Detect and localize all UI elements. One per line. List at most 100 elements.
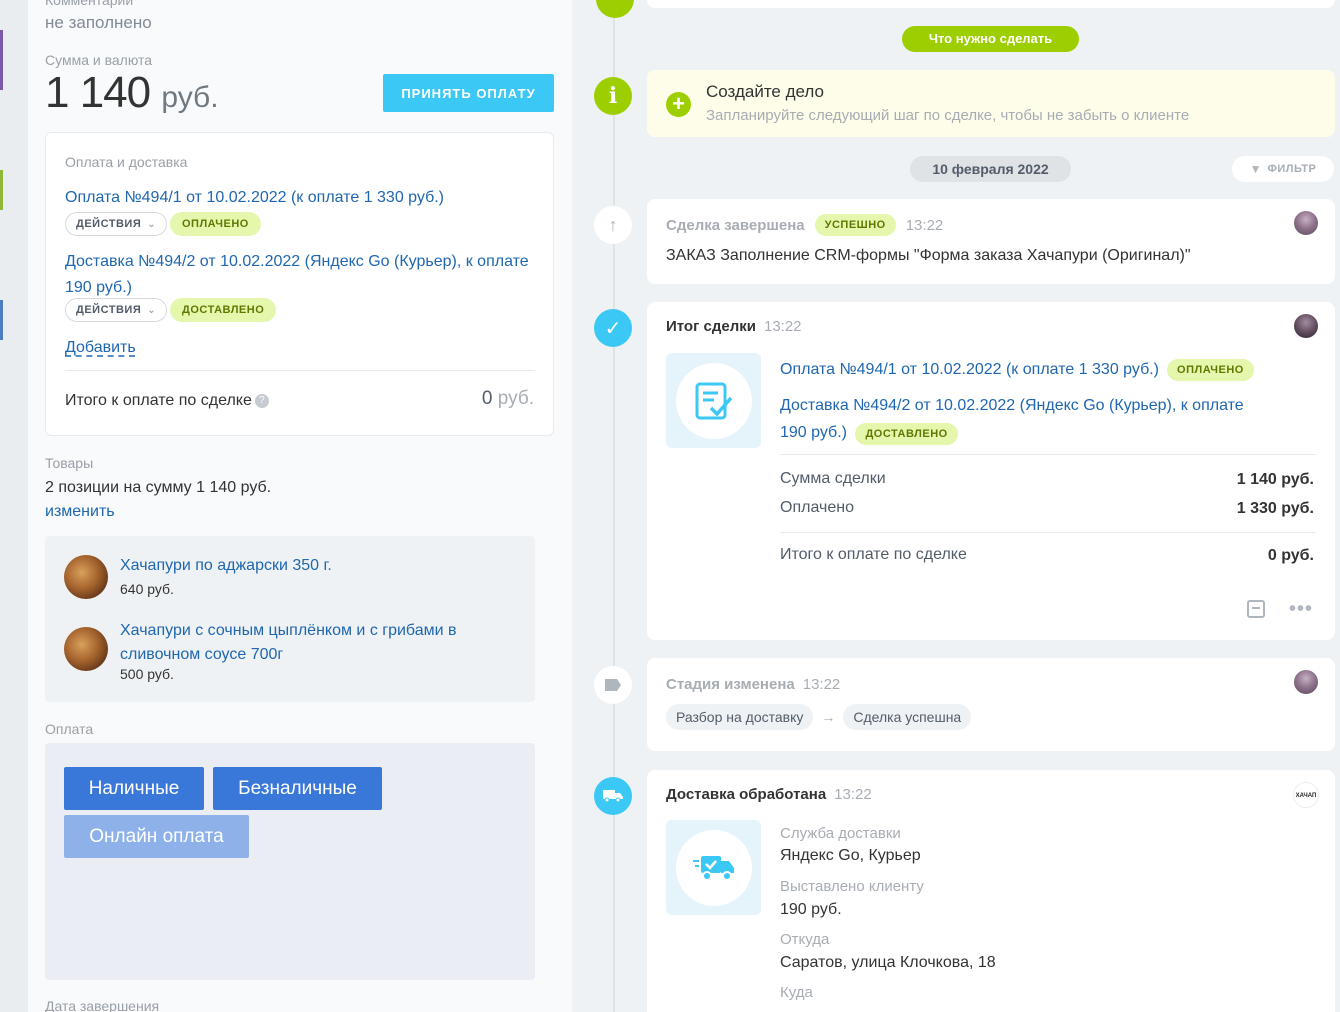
goods-label: Товары	[45, 455, 94, 471]
delivery-processed-header: Доставка обработана 13:22	[666, 786, 872, 803]
payment-delivery-title: Оплата и доставка	[65, 154, 188, 170]
service-value: Яндекс Go, Курьер	[780, 847, 921, 864]
truck-icon	[594, 777, 632, 815]
paid-label: Оплачено	[780, 499, 854, 516]
stage-changed-time: 13:22	[802, 676, 841, 693]
payment-link[interactable]: Оплата №494/1 от 10.02.2022 (к оплате 1 …	[65, 189, 444, 207]
result-delivery-link-line1[interactable]: Доставка №494/2 от 10.02.2022 (Яндекс Go…	[780, 397, 1244, 414]
plus-icon[interactable]: +	[666, 92, 691, 117]
deal-result-title: Итог сделки	[666, 318, 756, 335]
deal-closed-card: Сделка завершена УСПЕШНО 13:22 ЗАКАЗ Зап…	[647, 199, 1335, 284]
stage-transition: Разбор на доставку → Сделка успешна	[666, 704, 972, 730]
product-price: 500 руб.	[120, 666, 174, 682]
deal-result-time: 13:22	[763, 318, 802, 335]
payment-actions-label: ДЕЙСТВИЯ	[76, 218, 142, 230]
filter-label: ФИЛЬТР	[1267, 163, 1317, 175]
cashless-button[interactable]: Безналичные	[213, 767, 382, 810]
deal-result-card: Итог сделки 13:22 Оплата №494/1 от 10.02.…	[647, 302, 1335, 640]
result-total-value: 0 руб.	[1267, 547, 1314, 564]
total-value: 0	[481, 388, 493, 409]
comment-value: не заполнено	[45, 13, 152, 32]
total-amount: 0 руб.	[482, 388, 534, 410]
deal-sum-label: Сумма сделки	[780, 470, 886, 487]
edge-stripe	[0, 300, 3, 340]
company-logo: ХАЧАП	[1293, 782, 1319, 808]
result-delivery-badge: ДОСТАВЛЕНО	[855, 423, 958, 445]
deal-sum-value: 1 140 руб.	[1236, 471, 1314, 488]
document-check-icon	[675, 362, 752, 439]
stage-changed-card: Стадия изменена 13:22 Разбор на доставку …	[647, 658, 1335, 751]
edge-stripe	[0, 170, 3, 210]
accept-payment-button[interactable]: ПРИНЯТЬ ОПЛАТУ	[383, 74, 554, 112]
create-task-card[interactable]: + Создайте дело Запланируйте следующий ш…	[647, 70, 1335, 137]
delivery-actions-label: ДЕЙСТВИЯ	[76, 304, 142, 316]
check-icon: ✓	[594, 309, 632, 347]
product-image	[64, 555, 108, 599]
delivery-actions-button[interactable]: ДЕЙСТВИЯ ⌄	[65, 298, 168, 322]
result-total-label: Итого к оплате по сделке	[780, 546, 967, 563]
todo-pill: Что нужно сделать	[902, 26, 1079, 52]
product-name[interactable]: Хачапури с сочным цыплёнком и с грибами …	[120, 619, 457, 667]
result-payment-badge: ОПЛАЧЕНО	[1167, 359, 1254, 381]
left-edge	[0, 0, 28, 1012]
completion-date-label: Дата завершения	[45, 998, 160, 1012]
billed-value: 190 руб.	[780, 901, 842, 918]
deal-closed-text: ЗАКАЗ Заполнение CRM-формы "Форма заказа…	[666, 247, 1191, 264]
success-badge: УСПЕШНО	[814, 214, 896, 236]
delivery-illustration	[666, 820, 761, 915]
divider	[65, 370, 535, 371]
total-currency: руб.	[497, 388, 534, 409]
result-delivery-block: Доставка №494/2 от 10.02.2022 (Яндекс Go…	[780, 392, 1244, 448]
stage-from: Разбор на доставку	[666, 704, 814, 730]
delivery-link[interactable]: Доставка №494/2 от 10.02.2022 (Яндекс Go…	[65, 249, 529, 301]
service-label: Служба доставки	[780, 825, 901, 842]
more-icon[interactable]: •••	[1289, 598, 1313, 621]
online-payment-button[interactable]: Онлайн оплата	[64, 815, 249, 858]
change-goods-link[interactable]: изменить	[45, 503, 115, 521]
goods-summary: 2 позиции на сумму 1 140 руб.	[45, 479, 272, 496]
from-value: Саратов, улица Клочкова, 18	[780, 954, 996, 971]
from-label: Откуда	[780, 931, 830, 948]
to-label: Куда	[780, 984, 813, 1001]
sum-currency: руб.	[161, 81, 219, 114]
result-payment-link[interactable]: Оплата №494/1 от 10.02.2022 (к оплате 1 …	[780, 361, 1159, 379]
product-name-line1: Хачапури с сочным цыплёнком и с грибами …	[120, 622, 457, 639]
deal-closed-title: Сделка завершена	[666, 216, 805, 234]
delivery-processed-card: Доставка обработана 13:22 ХАЧАП Служба до…	[647, 770, 1335, 1012]
divider	[780, 454, 1316, 455]
avatar[interactable]	[1294, 314, 1318, 338]
timeline-line	[613, 0, 615, 1012]
cash-button[interactable]: Наличные	[64, 767, 204, 810]
create-task-subtitle: Запланируйте следующий шаг по сделке, чт…	[706, 107, 1190, 124]
product-price: 640 руб.	[120, 581, 174, 597]
stage-changed-title: Стадия изменена	[666, 676, 795, 693]
delivery-processed-title: Доставка обработана	[666, 786, 827, 803]
delivery-link-line2: 190 руб.)	[65, 279, 132, 296]
payment-delivery-card: Оплата и доставка Оплата №494/1 от 10.02…	[45, 132, 554, 436]
date-pill: 10 февраля 2022	[910, 156, 1071, 182]
create-task-title[interactable]: Создайте дело	[706, 82, 824, 102]
payment-label: Оплата	[45, 721, 94, 737]
divider	[780, 532, 1316, 533]
payment-status-badge: ОПЛАЧЕНО	[170, 212, 261, 236]
deal-closed-time: 13:22	[905, 216, 944, 234]
filter-button[interactable]: ▼ ФИЛЬТР	[1232, 156, 1334, 182]
avatar[interactable]	[1294, 670, 1318, 694]
document-illustration	[666, 353, 761, 448]
products-list: Хачапури по аджарски 350 г. 640 руб. Хач…	[45, 536, 535, 702]
help-icon[interactable]: ?	[254, 394, 269, 408]
note-icon[interactable]	[1247, 600, 1265, 618]
add-link[interactable]: Добавить	[65, 339, 136, 357]
result-payment-row: Оплата №494/1 от 10.02.2022 (к оплате 1 …	[780, 359, 1254, 381]
previous-card	[647, 0, 1335, 8]
product-name-line2: сливочном соусе 700г	[120, 646, 284, 663]
delivery-link-line1: Доставка №494/2 от 10.02.2022 (Яндекс Go…	[65, 253, 529, 270]
payment-methods-box: Наличные Безналичные Онлайн оплата	[45, 743, 535, 980]
product-name[interactable]: Хачапури по аджарски 350 г.	[120, 557, 332, 575]
payment-actions-button[interactable]: ДЕЙСТВИЯ ⌄	[65, 212, 168, 236]
delivery-truck-icon	[675, 829, 752, 906]
avatar[interactable]	[1294, 211, 1318, 235]
result-delivery-link-line2[interactable]: 190 руб.)	[780, 424, 847, 441]
chevron-down-icon: ⌄	[147, 304, 157, 316]
timeline-dot	[596, 0, 634, 18]
